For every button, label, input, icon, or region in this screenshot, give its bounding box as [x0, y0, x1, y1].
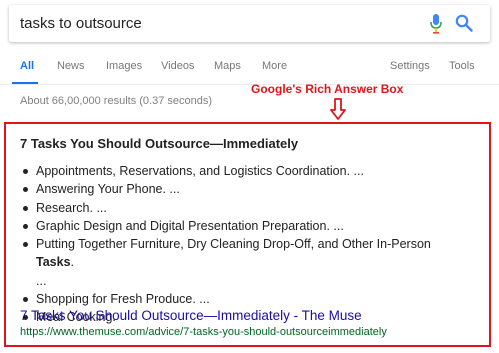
answer-title: 7 Tasks You Should Outsource—Immediately	[20, 136, 299, 151]
list-item: Answering Your Phone. ...	[20, 180, 470, 198]
tab-all[interactable]: All	[20, 60, 34, 72]
annotation-label: Google's Rich Answer Box	[251, 82, 404, 96]
tab-news[interactable]: News	[57, 60, 85, 72]
tab-videos[interactable]: Videos	[161, 60, 194, 72]
tab-settings[interactable]: Settings	[390, 60, 430, 72]
list-item: Research. ...	[20, 199, 470, 217]
search-input[interactable]: tasks to outsource	[20, 15, 142, 32]
list-item: Putting Together Furniture, Dry Cleaning…	[20, 235, 470, 272]
search-icon[interactable]	[455, 14, 473, 32]
list-item: Appointments, Reservations, and Logistic…	[20, 162, 470, 180]
bold-keyword: Tasks	[36, 255, 71, 270]
list-item: Graphic Design and Digital Presentation …	[20, 217, 470, 235]
result-stats: About 66,00,000 results (0.37 seconds)	[20, 95, 213, 107]
search-tabs: All News Images Videos Maps More Setting…	[0, 56, 499, 86]
result-title-link[interactable]: 7 Tasks You Should Outsource—Immediately…	[20, 308, 362, 323]
list-item: Shopping for Fresh Produce. ...	[20, 290, 470, 308]
answer-list: Appointments, Reservations, and Logistic…	[20, 162, 470, 327]
tabs-divider	[0, 84, 499, 85]
tab-maps[interactable]: Maps	[214, 60, 241, 72]
tab-images[interactable]: Images	[106, 60, 142, 72]
rich-answer-box: 7 Tasks You Should Outsource—Immediately…	[4, 122, 491, 347]
tab-tools[interactable]: Tools	[449, 60, 475, 72]
search-bar[interactable]: tasks to outsource	[9, 5, 490, 42]
microphone-icon[interactable]	[429, 13, 443, 35]
list-item-continuation: ...	[36, 273, 47, 288]
arrow-down-icon	[330, 98, 346, 120]
tab-more[interactable]: More	[262, 60, 287, 72]
result-url: https://www.themuse.com/advice/7-tasks-y…	[20, 326, 387, 338]
